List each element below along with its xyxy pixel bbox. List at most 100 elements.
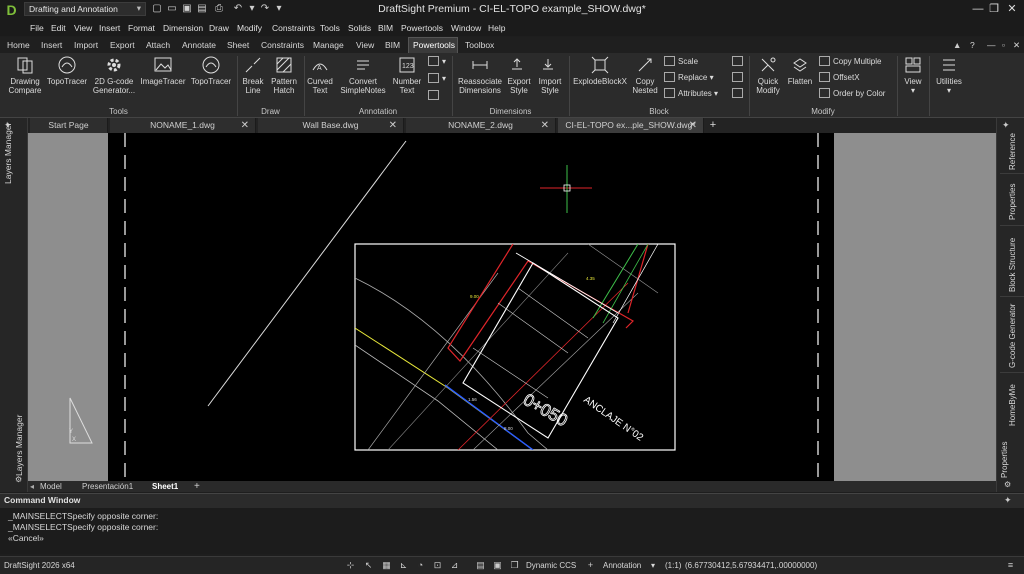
menu-dimension[interactable]: Dimension <box>163 21 203 35</box>
settings-icon[interactable]: ⚙ <box>1004 480 1011 489</box>
annotation-scale-select[interactable]: Annotation <box>603 559 641 572</box>
open-file-icon[interactable]: ▭ <box>166 2 178 16</box>
gcode-generator-button[interactable]: 2D G-code Generator... <box>91 55 137 95</box>
scale-button[interactable]: Scale <box>664 56 698 68</box>
doc-tab-noname-1[interactable]: NONAME_1.dwg ✕ <box>110 118 256 133</box>
menu-window[interactable]: Window <box>451 21 481 35</box>
annotation-small-button-3[interactable] <box>428 90 442 102</box>
block-small-button-3[interactable] <box>732 88 746 100</box>
tab-attach[interactable]: Attach <box>146 39 170 53</box>
close-icon[interactable]: ✕ <box>541 118 549 133</box>
side-tab-reference[interactable]: Reference <box>1008 126 1017 170</box>
import-style-button[interactable]: Import Style <box>536 55 564 95</box>
dynamic-ccs-toggle[interactable]: Dynamic CCS <box>526 559 576 572</box>
settings-icon[interactable]: ⚙ <box>15 475 22 484</box>
order-by-color-button[interactable]: Order by Color <box>819 88 885 100</box>
layout-tab-model[interactable]: Model <box>40 481 62 492</box>
qat-dropdown-icon[interactable]: ▾ <box>273 2 285 16</box>
attributes-button[interactable]: Attributes ▾ <box>664 88 718 100</box>
doc-tab-wall-base[interactable]: Wall Base.dwg ✕ <box>258 118 404 133</box>
redo-icon[interactable]: ↷ <box>259 2 271 16</box>
doc-tab-start-page[interactable]: Start Page <box>30 118 108 133</box>
doc-tab-ci-el-topo[interactable]: CI-EL-TOPO ex...ple_SHOW.dwg* ✕ <box>558 118 704 133</box>
drawing-compare-button[interactable]: Drawing Compare <box>5 55 45 95</box>
block-small-button-2[interactable] <box>732 72 746 84</box>
menu-view[interactable]: View <box>74 21 92 35</box>
layout-tab-presentacion1[interactable]: Presentación1 <box>82 481 133 492</box>
ribbon-minimize-icon[interactable]: — <box>987 39 996 53</box>
tab-manage[interactable]: Manage <box>313 39 344 53</box>
menu-insert[interactable]: Insert <box>99 21 120 35</box>
menu-constraints[interactable]: Constraints <box>272 21 315 35</box>
grid-icon[interactable]: ▦ <box>380 559 393 572</box>
tab-powertools[interactable]: Powertools <box>413 39 455 53</box>
layers-manager-tab-top[interactable]: Layers Manager <box>3 123 13 184</box>
close-icon[interactable]: ✕ <box>1004 1 1020 17</box>
minimize-icon[interactable]: — <box>970 1 986 17</box>
restore-icon[interactable]: ❐ <box>986 1 1002 17</box>
ortho-icon[interactable]: ⊾ <box>397 559 410 572</box>
side-tab-properties-bottom[interactable]: Properties <box>1000 434 1009 478</box>
snap-icon[interactable]: ⊹ <box>344 559 357 572</box>
new-tab-plus-icon[interactable]: + <box>706 118 720 133</box>
tab-constraints[interactable]: Constraints <box>261 39 304 53</box>
view-button[interactable]: View ▾ <box>900 55 926 95</box>
select-icon[interactable]: ↖ <box>362 559 375 572</box>
menu-powertools[interactable]: Powertools <box>401 21 443 35</box>
copy-nested-button[interactable]: Copy Nested <box>630 55 660 95</box>
tab-view[interactable]: View <box>356 39 374 53</box>
customize-icon[interactable]: ≡ <box>1004 559 1017 572</box>
doc-tab-noname-2[interactable]: NONAME_2.dwg ✕ <box>406 118 556 133</box>
close-icon[interactable]: ✕ <box>389 118 397 133</box>
menu-tools[interactable]: Tools <box>320 21 340 35</box>
menu-bim[interactable]: BIM <box>378 21 393 35</box>
menu-solids[interactable]: Solids <box>348 21 371 35</box>
explodeblockx-button[interactable]: ExplodeBlockX <box>572 55 628 86</box>
break-line-button[interactable]: Break Line <box>240 55 266 95</box>
close-icon[interactable]: ✕ <box>689 118 697 133</box>
tab-toolbox[interactable]: Toolbox <box>465 39 494 53</box>
model-space-icon[interactable]: ▣ <box>491 559 504 572</box>
utilities-button[interactable]: Utilities ▾ <box>932 55 966 95</box>
menu-file[interactable]: File <box>30 21 44 35</box>
menu-format[interactable]: Format <box>128 21 155 35</box>
annotation-small-button-2[interactable]: ▾ <box>428 73 446 85</box>
print-icon[interactable]: ⎙ <box>213 2 225 16</box>
close-icon[interactable]: ✕ <box>241 118 249 133</box>
ribbon-up-arrow-icon[interactable]: ▲ <box>953 39 961 53</box>
tab-import[interactable]: Import <box>74 39 98 53</box>
ribbon-close-icon[interactable]: ✕ <box>1013 39 1020 53</box>
curved-text-button[interactable]: A Curved Text <box>305 55 335 95</box>
polar-icon[interactable]: ◔ <box>414 559 427 572</box>
help-icon[interactable]: ? <box>970 39 975 53</box>
topotracer-button[interactable]: TopoTracer <box>46 55 88 86</box>
esnap-icon[interactable]: ⊡ <box>431 559 444 572</box>
tab-home[interactable]: Home <box>7 39 30 53</box>
lineweight-icon[interactable]: ▤ <box>474 559 487 572</box>
undo-dropdown-icon[interactable]: ▾ <box>246 2 258 16</box>
export-style-button[interactable]: Export Style <box>505 55 533 95</box>
block-small-button-1[interactable] <box>732 56 746 68</box>
pin-icon[interactable]: ✦ <box>1004 495 1012 506</box>
menu-help[interactable]: Help <box>488 21 505 35</box>
tab-export[interactable]: Export <box>110 39 135 53</box>
workspace-select[interactable]: Drafting and Annotation ▾ <box>24 2 146 16</box>
side-tab-homebyme[interactable]: HomeByMe <box>1008 378 1017 426</box>
replace-button[interactable]: Replace ▾ <box>664 72 714 84</box>
side-tab-block-structure[interactable]: Block Structure <box>1008 230 1017 292</box>
command-input[interactable] <box>4 542 994 554</box>
pattern-hatch-button[interactable]: Pattern Hatch <box>268 55 300 95</box>
convert-simplenotes-button[interactable]: Convert SimpleNotes <box>338 55 388 95</box>
tab-bim[interactable]: BIM <box>385 39 400 53</box>
annotation-small-button-1[interactable]: ▾ <box>428 56 446 68</box>
save-as-icon[interactable]: ▤ <box>196 2 208 16</box>
reassociate-dimensions-button[interactable]: Reassociate Dimensions <box>456 55 504 95</box>
undo-icon[interactable]: ↶ <box>232 2 244 16</box>
layout-nav-icon[interactable]: ◂ <box>30 481 34 492</box>
ribbon-restore-icon[interactable]: ▫ <box>1002 39 1005 53</box>
layout-tab-sheet1[interactable]: Sheet1 <box>152 481 178 492</box>
new-file-icon[interactable]: ▢ <box>151 2 163 16</box>
copy-multiple-button[interactable]: Copy Multiple <box>819 56 881 68</box>
number-text-button[interactable]: 123 Number Text <box>391 55 423 95</box>
etrack-icon[interactable]: ⊿ <box>448 559 461 572</box>
